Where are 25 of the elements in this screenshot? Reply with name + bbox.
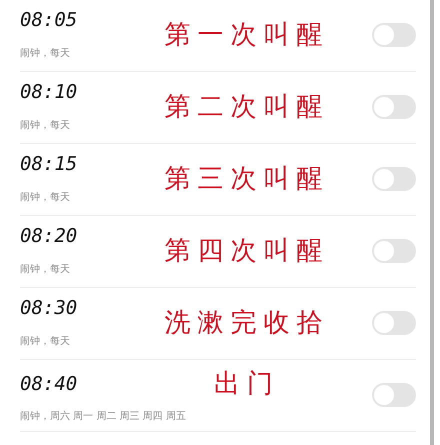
alarm-repeat-label: 闹钟，每天: [20, 118, 70, 132]
scrollbar[interactable]: [430, 0, 434, 445]
alarm-time: 08:15: [20, 153, 78, 176]
handwritten-note: 出门: [214, 368, 280, 401]
alarm-toggle[interactable]: [372, 310, 416, 334]
alarm-repeat-label: 闹钟，周六 周一 周二 周三 周四 周五: [20, 410, 186, 423]
alarm-time: 08:20: [20, 225, 78, 248]
handwritten-note: 第二次叫醒: [164, 91, 330, 124]
alarm-repeat-label: 闹钟，每天: [20, 190, 70, 204]
alarm-repeat-label: 闹钟，每天: [20, 262, 70, 276]
handwritten-note: 洗漱完收拾: [164, 307, 330, 340]
alarm-toggle[interactable]: [372, 166, 416, 190]
handwritten-note: 第四次叫醒: [164, 235, 330, 268]
alarm-toggle[interactable]: [372, 382, 416, 406]
alarm-repeat-label: 闹钟，每天: [20, 46, 70, 60]
alarm-toggle[interactable]: [372, 22, 416, 46]
alarm-time: 08:05: [20, 9, 78, 32]
handwritten-note: 第三次叫醒: [164, 163, 330, 196]
alarm-toggle[interactable]: [372, 238, 416, 262]
alarm-repeat-label: 闹钟，每天: [20, 334, 70, 348]
alarm-time: 08:40: [20, 372, 78, 394]
alarm-toggle[interactable]: [372, 94, 416, 118]
alarm-time: 08:30: [20, 297, 78, 320]
alarm-time: 08:10: [20, 81, 78, 104]
handwritten-note: 第一次叫醒: [164, 19, 330, 52]
